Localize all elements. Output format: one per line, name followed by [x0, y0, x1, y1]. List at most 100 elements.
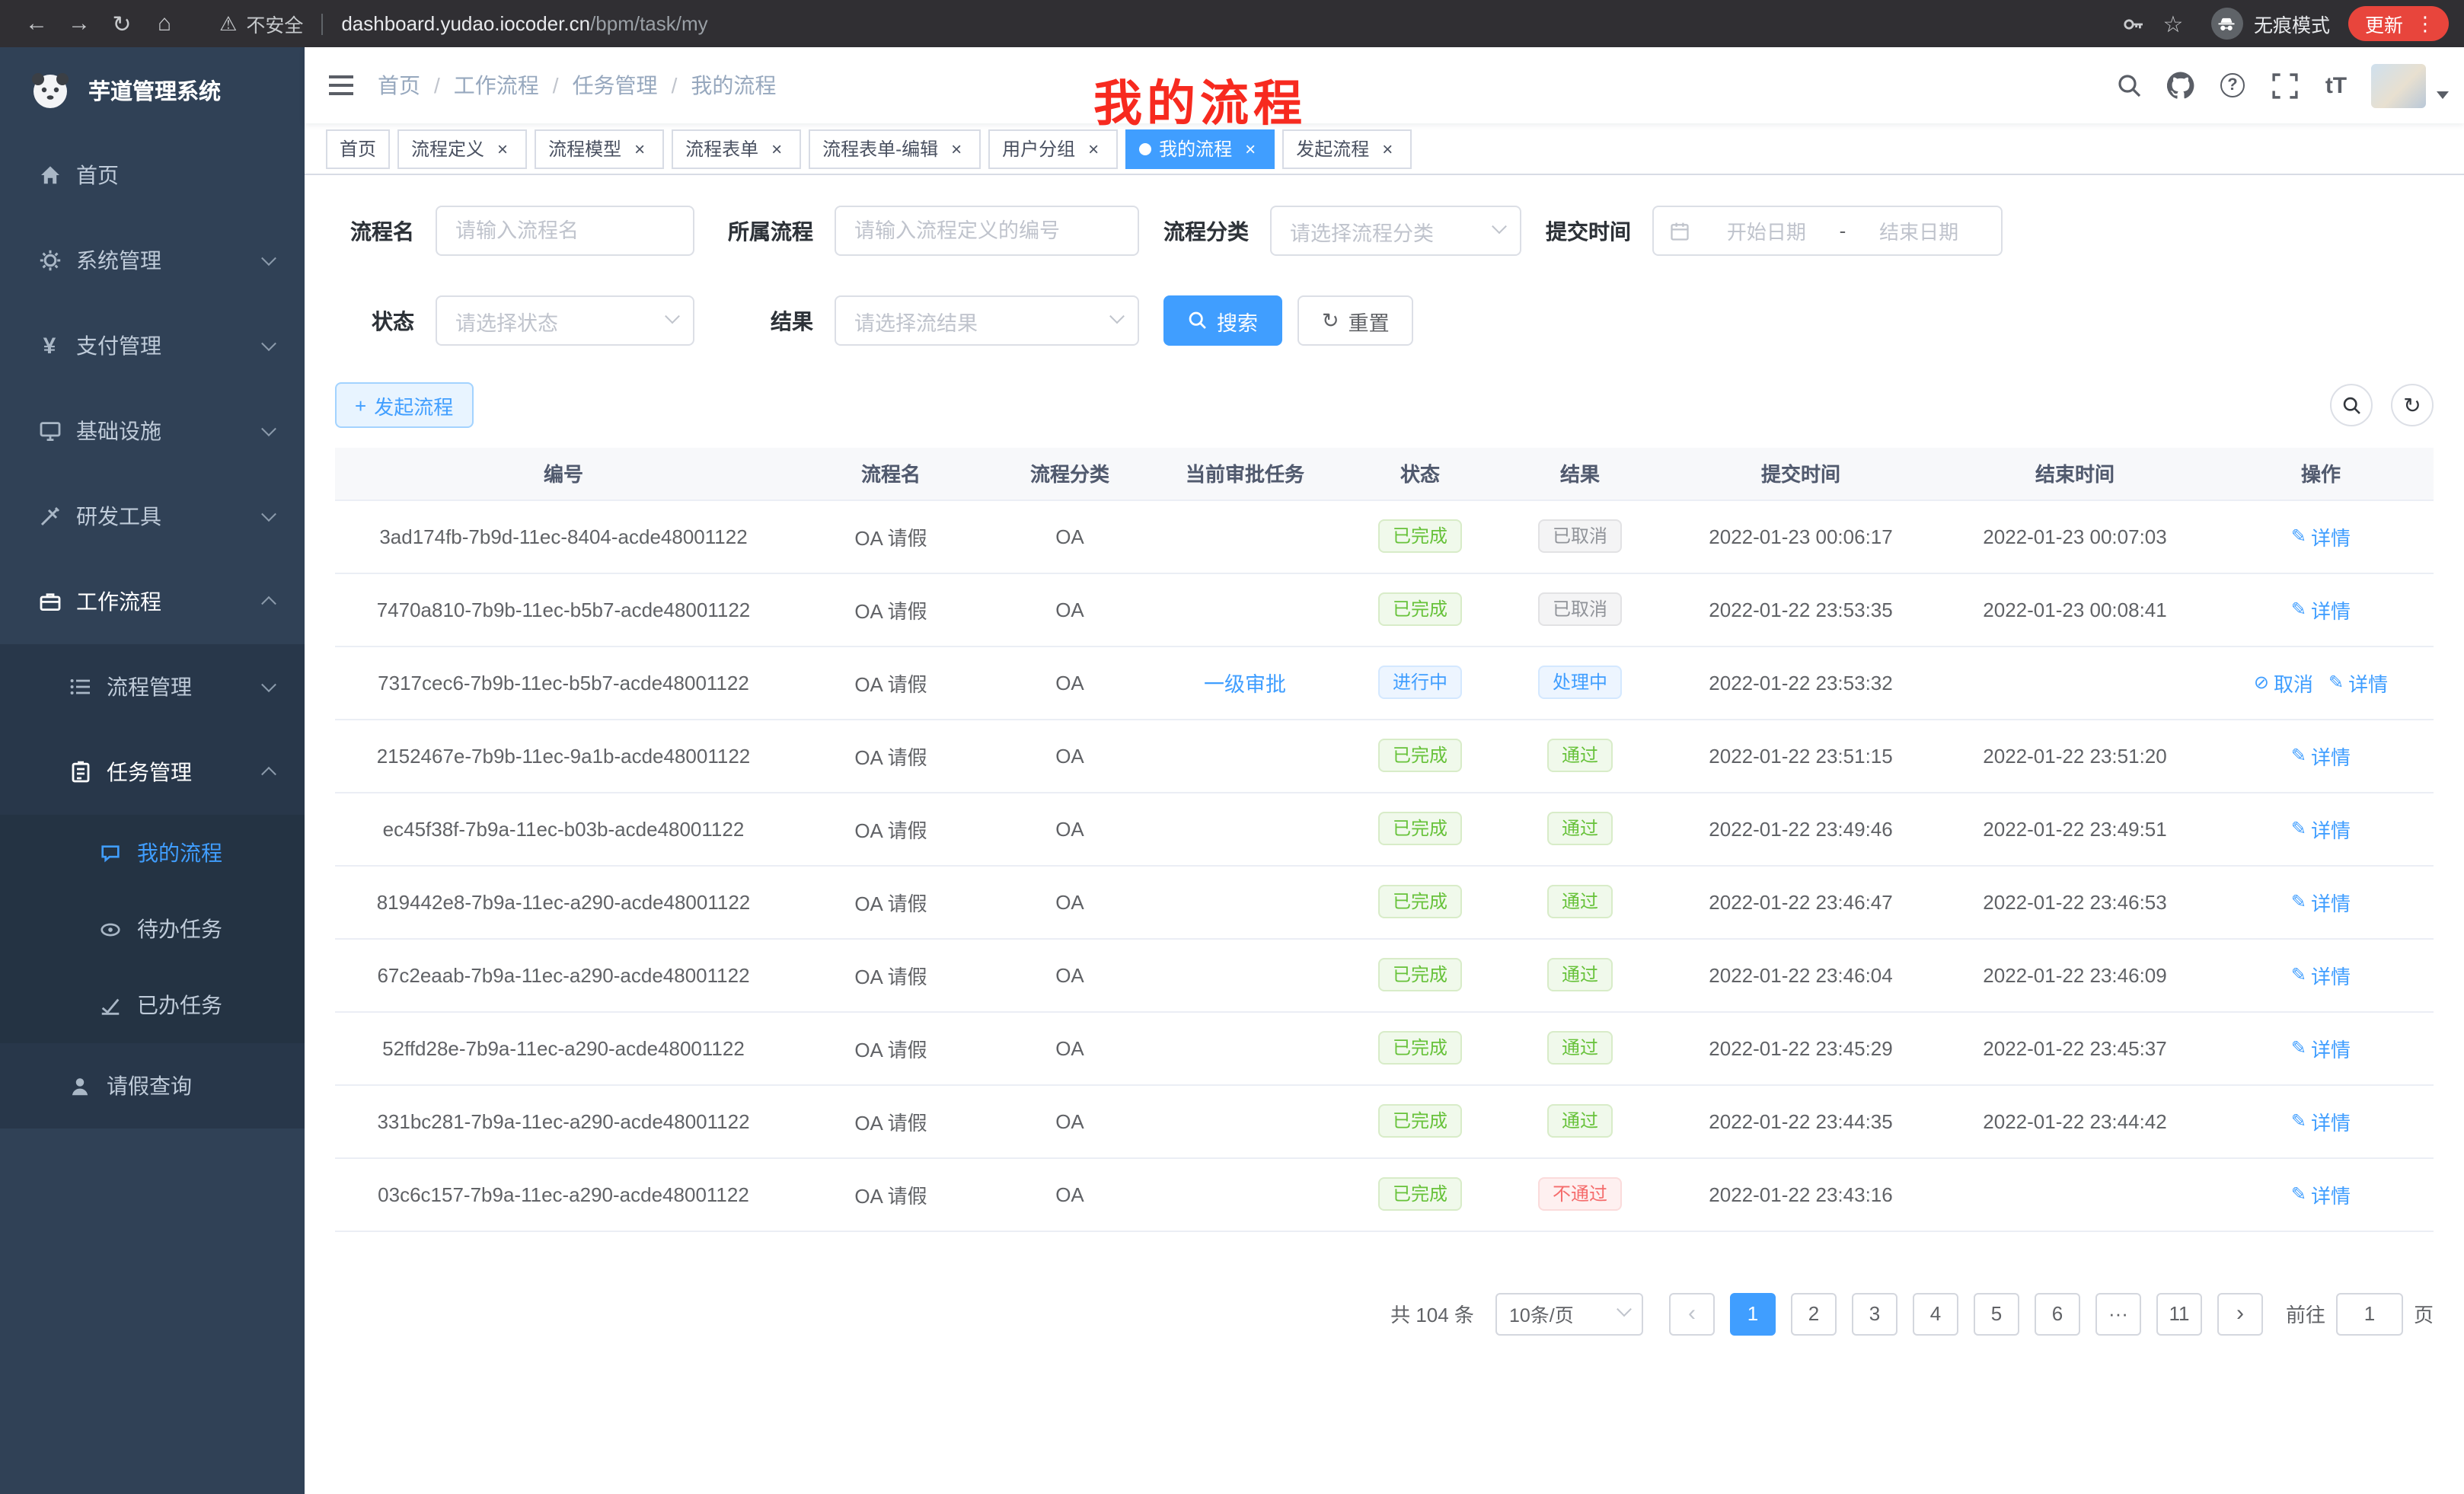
- sidebar-item-home[interactable]: 首页: [0, 132, 305, 218]
- sidebar-item-done-tasks[interactable]: 已办任务: [0, 967, 305, 1043]
- help-icon[interactable]: ?: [2207, 47, 2258, 123]
- toggle-search-button[interactable]: [2330, 384, 2373, 426]
- page-5[interactable]: 5: [1974, 1292, 2019, 1335]
- breadcrumb-task-management[interactable]: 任务管理: [573, 70, 658, 101]
- page-6[interactable]: 6: [2035, 1292, 2080, 1335]
- cell-id: 3ad174fb-7b9d-11ec-8404-acde48001122: [335, 500, 792, 573]
- result-badge: 通过: [1548, 1104, 1612, 1138]
- detail-link[interactable]: ✎详情: [2291, 960, 2351, 989]
- close-icon[interactable]: ×: [946, 138, 967, 159]
- task-link[interactable]: 一级审批: [1204, 673, 1286, 696]
- cell-result: 通过: [1500, 1084, 1660, 1157]
- cell-end-time: [1942, 646, 2208, 719]
- cancel-link[interactable]: ⊘取消: [2254, 668, 2313, 697]
- col-category: 流程分类: [990, 448, 1150, 500]
- home-icon[interactable]: ⌂: [143, 4, 186, 43]
- sidebar-item-my-process[interactable]: 我的流程: [0, 815, 305, 891]
- close-icon[interactable]: ×: [629, 138, 650, 159]
- detail-link[interactable]: ✎详情: [2291, 1106, 2351, 1135]
- detail-link[interactable]: ✎详情: [2291, 595, 2351, 624]
- result-select[interactable]: 请选择流结果: [835, 295, 1139, 346]
- breadcrumb-workflow[interactable]: 工作流程: [454, 70, 539, 101]
- edit-icon: ✎: [2291, 1110, 2306, 1132]
- result-badge: 通过: [1548, 812, 1612, 845]
- update-button[interactable]: 更新 ⋮: [2348, 6, 2449, 41]
- address-bar[interactable]: dashboard.yudao.iocoder.cn/bpm/task/my: [341, 12, 707, 35]
- password-key-icon[interactable]: [2114, 11, 2153, 36]
- tab-process-model[interactable]: 流程模型 ×: [535, 129, 664, 168]
- select-placeholder: 请选择状态: [455, 305, 558, 336]
- tab-label: 流程模型: [548, 136, 621, 161]
- reset-button[interactable]: ↻ 重置: [1297, 295, 1414, 346]
- next-page-button[interactable]: ›: [2217, 1292, 2263, 1335]
- sidebar-item-devtools[interactable]: 研发工具: [0, 474, 305, 559]
- incognito-chip[interactable]: 无痕模式: [2211, 8, 2330, 40]
- cell-status: 已完成: [1340, 500, 1500, 573]
- tab-home[interactable]: 首页: [326, 129, 390, 168]
- sidebar-toggle-icon[interactable]: [305, 73, 378, 97]
- close-icon[interactable]: ×: [492, 138, 513, 159]
- detail-link[interactable]: ✎详情: [2291, 1180, 2351, 1208]
- forward-icon[interactable]: →: [58, 4, 101, 43]
- page-size-select[interactable]: 10条/页: [1495, 1292, 1643, 1335]
- annotation-my-process: 我的流程: [1093, 65, 1307, 136]
- github-icon[interactable]: [2155, 47, 2207, 123]
- breadcrumb-home[interactable]: 首页: [378, 70, 420, 101]
- close-icon[interactable]: ×: [1083, 138, 1104, 159]
- bookmark-star-icon[interactable]: ☆: [2153, 10, 2193, 37]
- category-select[interactable]: 请选择流程分类: [1270, 206, 1521, 256]
- sidebar-item-infrastructure[interactable]: 基础设施: [0, 388, 305, 474]
- refresh-button[interactable]: ↻: [2391, 384, 2434, 426]
- sidebar-item-leave-query[interactable]: 请假查询: [0, 1043, 305, 1128]
- detail-link[interactable]: ✎详情: [2291, 741, 2351, 770]
- detail-link[interactable]: ✎详情: [2291, 522, 2351, 551]
- fullscreen-icon[interactable]: [2258, 47, 2310, 123]
- detail-link[interactable]: ✎详情: [2291, 814, 2351, 843]
- detail-link[interactable]: ✎详情: [2291, 887, 2351, 916]
- tab-process-form-edit[interactable]: 流程表单-编辑 ×: [809, 129, 981, 168]
- cell-status: 已完成: [1340, 792, 1500, 865]
- close-icon[interactable]: ×: [766, 138, 787, 159]
- search-button[interactable]: 搜索: [1163, 295, 1282, 346]
- tab-process-form[interactable]: 流程表单 ×: [672, 129, 801, 168]
- list-tree-icon: [67, 675, 93, 699]
- page-2[interactable]: 2: [1791, 1292, 1837, 1335]
- sidebar-item-payment[interactable]: ¥ 支付管理: [0, 303, 305, 388]
- browser-menu-icon[interactable]: ⋮: [2411, 11, 2440, 36]
- security-indicator[interactable]: ⚠ 不安全: [219, 9, 303, 38]
- status-badge: 已完成: [1379, 1031, 1461, 1065]
- font-size-icon[interactable]: tT: [2310, 47, 2362, 123]
- page-4[interactable]: 4: [1913, 1292, 1958, 1335]
- sidebar-item-label: 流程管理: [107, 672, 192, 702]
- back-icon[interactable]: ←: [15, 4, 58, 43]
- page-1[interactable]: 1: [1730, 1292, 1776, 1335]
- search-icon[interactable]: [2103, 47, 2155, 123]
- reload-icon[interactable]: ↻: [101, 4, 143, 43]
- pagination: 共 104 条 10条/页 ‹ 1 2 3 4 5 6 ··· 11 ›: [335, 1292, 2434, 1335]
- tab-process-definition[interactable]: 流程定义 ×: [397, 129, 527, 168]
- refresh-icon: ↻: [1322, 308, 1339, 333]
- page-3[interactable]: 3: [1852, 1292, 1897, 1335]
- prev-page-button[interactable]: ‹: [1669, 1292, 1715, 1335]
- logo[interactable]: 芋道管理系统: [0, 47, 305, 132]
- sidebar-item-todo-tasks[interactable]: 待办任务: [0, 891, 305, 967]
- select-placeholder: 请选择流结果: [854, 305, 978, 336]
- sidebar-item-workflow[interactable]: 工作流程: [0, 559, 305, 644]
- user-menu[interactable]: [2371, 63, 2449, 107]
- sidebar-item-task-management[interactable]: 任务管理: [0, 729, 305, 815]
- process-definition-input[interactable]: [835, 206, 1139, 256]
- goto-page-input[interactable]: [2336, 1292, 2403, 1335]
- close-icon[interactable]: ×: [1240, 138, 1261, 159]
- sidebar-item-system[interactable]: 系统管理: [0, 218, 305, 303]
- close-icon[interactable]: ×: [1377, 138, 1398, 159]
- sidebar-item-process-management[interactable]: 流程管理: [0, 644, 305, 729]
- page-11[interactable]: 11: [2156, 1292, 2202, 1335]
- detail-link[interactable]: ✎详情: [2328, 668, 2388, 697]
- detail-link[interactable]: ✎详情: [2291, 1033, 2351, 1062]
- status-select[interactable]: 请选择状态: [436, 295, 694, 346]
- process-name-input[interactable]: [436, 206, 694, 256]
- more-pages-button[interactable]: ···: [2095, 1292, 2141, 1335]
- date-range-picker[interactable]: 开始日期 - 结束日期: [1652, 206, 2003, 256]
- table-row: 7470a810-7b9b-11ec-b5b7-acde48001122 OA …: [335, 573, 2434, 646]
- start-process-button[interactable]: + 发起流程: [335, 382, 473, 428]
